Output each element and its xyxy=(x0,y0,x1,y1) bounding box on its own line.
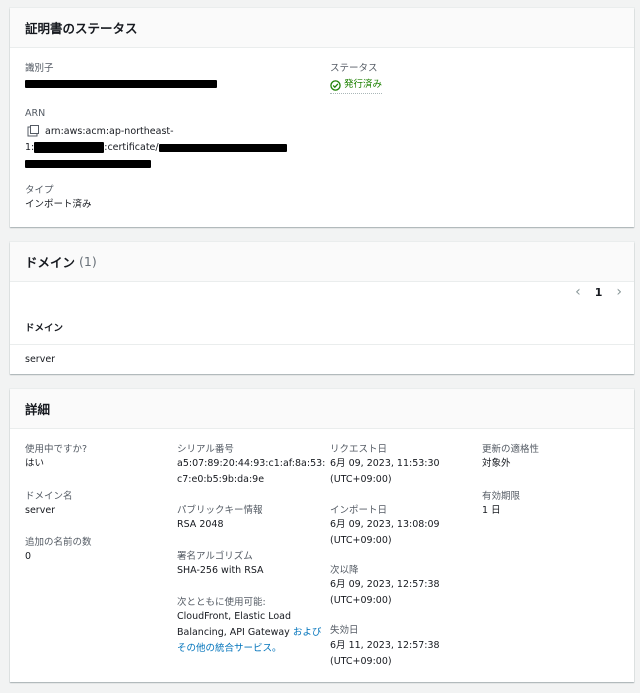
imported-label: インポート日 xyxy=(330,505,388,516)
imported-date: 6月 09, 2023, 13:08:09 xyxy=(330,519,440,530)
serial-label: シリアル番号 xyxy=(177,444,234,455)
domains-card: ドメイン (1) ‹ 1 › ドメイン server xyxy=(10,242,634,374)
in-use-label: 使用中ですか? xyxy=(25,444,88,455)
signature-algorithm-label: 署名アルゴリズム xyxy=(177,551,253,562)
requested-tz: (UTC+09:00) xyxy=(330,474,392,485)
domains-count: (1) xyxy=(79,254,97,269)
arn-line2-prefix: 1: xyxy=(25,142,35,153)
not-after-label: 失効日 xyxy=(330,625,359,636)
not-before-date: 6月 09, 2023, 12:57:38 xyxy=(330,579,440,590)
usable-with-value: CloudFront, Elastic Load Balancing, API … xyxy=(177,611,293,638)
status-label: ステータス xyxy=(330,63,378,74)
certificate-status-card: 証明書のステータス 識別子 ステータス 発行済み ARN arn:aws:acm… xyxy=(10,8,634,227)
renewal-eligibility-label: 更新の適格性 xyxy=(482,444,540,455)
requested-label: リクエスト日 xyxy=(330,444,388,455)
copy-icon[interactable] xyxy=(30,125,39,134)
not-before-label: 次以降 xyxy=(330,565,359,576)
in-use-value: はい xyxy=(25,458,45,469)
arn-prefix: arn:aws:acm:ap-northeast- xyxy=(45,126,174,137)
not-after-date: 6月 11, 2023, 12:57:38 xyxy=(330,640,440,651)
signature-algorithm-value: SHA-256 with RSA xyxy=(177,565,264,576)
validity-label: 有効期限 xyxy=(482,491,521,502)
identifier-label: 識別子 xyxy=(25,63,54,74)
serial-line2: c7:e0:b5:9b:da:9e xyxy=(177,474,265,485)
domain-name-value: server xyxy=(25,505,56,516)
card-title: 証明書のステータス xyxy=(10,8,634,48)
renewal-eligibility-value: 対象外 xyxy=(482,458,511,469)
usable-with-label: 次とともに使用可能: xyxy=(177,597,266,608)
additional-names-label: 追加の名前の数 xyxy=(25,537,92,548)
not-after-tz: (UTC+09:00) xyxy=(330,656,392,667)
chevron-left-icon[interactable]: ‹ xyxy=(575,284,581,300)
serial-line1: a5:07:89:20:44:93:c1:af:8a:53: xyxy=(177,458,326,469)
pagination: ‹ 1 › xyxy=(575,284,622,300)
status-value: 発行済み xyxy=(344,79,383,90)
not-before-tz: (UTC+09:00) xyxy=(330,595,392,606)
page-number[interactable]: 1 xyxy=(595,286,603,299)
validity-value: 1 日 xyxy=(482,505,501,516)
imported-tz: (UTC+09:00) xyxy=(330,535,392,546)
public-key-label: パブリックキー情報 xyxy=(177,505,263,516)
type-value: インポート済み xyxy=(25,199,92,210)
domain-name-label: ドメイン名 xyxy=(25,491,73,502)
redacted-account-id xyxy=(34,142,105,153)
card-title: 詳細 xyxy=(10,389,634,429)
domains-title: ドメイン xyxy=(25,255,76,270)
status-badge: 発行済み xyxy=(330,77,383,94)
arn-label: ARN xyxy=(25,108,46,119)
check-circle-icon xyxy=(330,79,341,91)
redacted-certificate-id xyxy=(158,143,287,152)
additional-names-value: 0 xyxy=(25,551,32,562)
column-header-domain[interactable]: ドメイン xyxy=(10,310,634,345)
public-key-value: RSA 2048 xyxy=(177,519,224,530)
type-label: タイプ xyxy=(25,185,54,196)
redacted-identifier xyxy=(25,79,217,88)
card-title: ドメイン (1) xyxy=(10,242,634,282)
chevron-right-icon[interactable]: › xyxy=(616,284,622,300)
arn-certificate-segment: :certificate/ xyxy=(104,142,159,153)
requested-date: 6月 09, 2023, 11:53:30 xyxy=(330,458,440,469)
details-card: 詳細 使用中ですか? はい ドメイン名 server 追加の名前の数 0 シリア… xyxy=(10,389,634,682)
redacted-certificate-id-cont xyxy=(25,159,151,168)
table-row: server xyxy=(25,354,56,365)
